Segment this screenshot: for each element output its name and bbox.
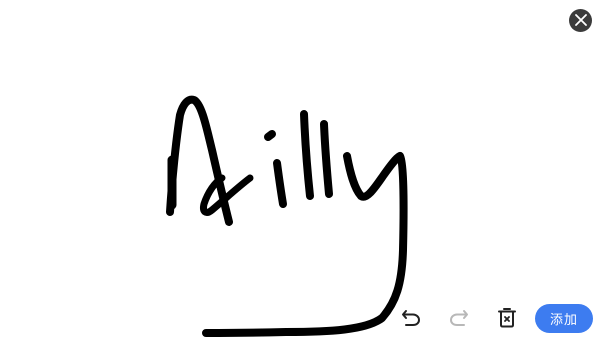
signature-canvas[interactable]	[0, 0, 600, 338]
close-button[interactable]	[569, 9, 592, 32]
trash-icon	[496, 306, 518, 332]
signature-drawing	[166, 95, 408, 337]
undo-icon	[400, 306, 422, 332]
redo-icon	[448, 306, 470, 332]
add-button[interactable]: 添加	[535, 304, 593, 333]
undo-button[interactable]	[398, 306, 424, 332]
close-icon	[574, 11, 587, 30]
clear-button[interactable]	[494, 306, 520, 332]
redo-button[interactable]	[446, 306, 472, 332]
